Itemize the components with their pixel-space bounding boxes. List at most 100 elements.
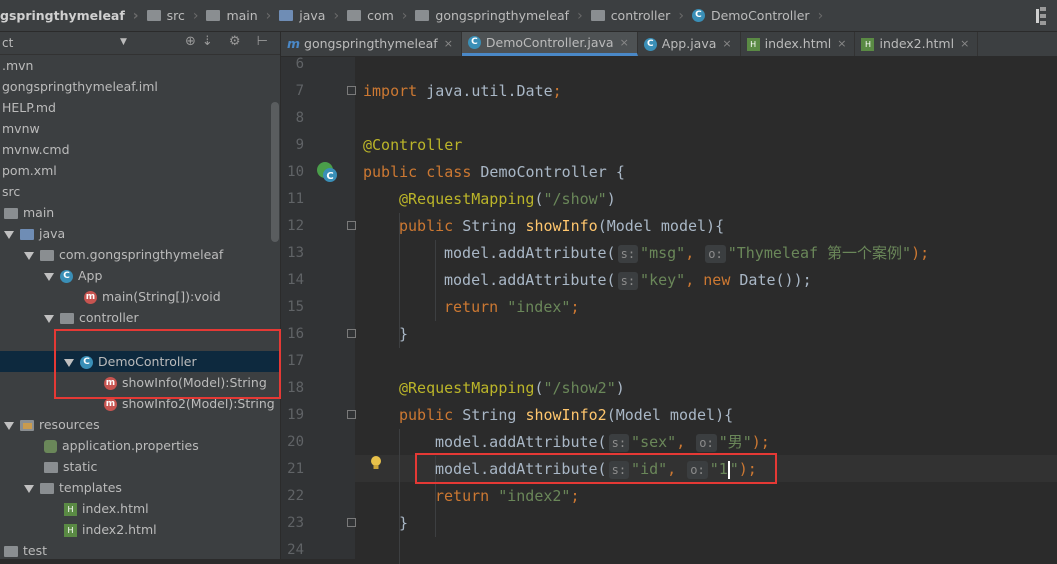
line-number: 8	[295, 110, 304, 126]
run-config-icon[interactable]	[1011, 3, 1051, 29]
expand-arrow-icon[interactable]	[44, 272, 54, 281]
expand-arrow-icon[interactable]	[24, 251, 34, 260]
string: "index2"	[489, 487, 571, 505]
tree-item-main-method[interactable]: m main(String[]):void	[84, 286, 221, 307]
source-folder-icon	[20, 229, 34, 240]
line-number: 17	[287, 353, 304, 369]
tree-item-label: test	[23, 543, 48, 558]
spring-class-icon: C	[60, 270, 73, 283]
tree-item-iml[interactable]: gongspringthymeleaf.iml	[2, 76, 158, 97]
breadcrumb-item-com[interactable]: com ›	[339, 0, 407, 31]
breadcrumb-item-controller[interactable]: controller ›	[583, 0, 684, 31]
folder-icon	[40, 483, 54, 494]
tree-item-package[interactable]: com.gongspringthymeleaf	[24, 244, 223, 265]
sidebar-scrollbar[interactable]	[271, 102, 279, 242]
tree-item-index-html[interactable]: Hindex.html	[64, 498, 149, 519]
tree-item-java[interactable]: java	[4, 223, 65, 244]
expand-arrow-icon[interactable]	[24, 484, 34, 493]
tree-item-application-properties[interactable]: application.properties	[44, 435, 199, 456]
breadcrumb-label: main	[226, 8, 258, 23]
keyword: public	[399, 217, 454, 235]
string: "msg"	[640, 244, 686, 262]
param-hint: o:	[696, 434, 717, 452]
package-icon	[40, 250, 54, 261]
string: "sex"	[631, 433, 677, 451]
param-hint: o:	[705, 245, 726, 263]
folder-icon	[4, 546, 18, 557]
breadcrumb-item-gongspringthymeleaf[interactable]: gongspringthymeleaf ›	[407, 0, 583, 31]
sidebar-tool-icons[interactable]: ⊕⇣ ⚙ ⊢	[185, 34, 274, 49]
tree-item-label: java	[39, 226, 66, 241]
project-sidebar: ct ▼ ⊕⇣ ⚙ ⊢ .mvn gongspringthymeleaf.iml…	[0, 32, 281, 559]
tree-item-app[interactable]: C App	[44, 265, 102, 286]
tree-item-label: static	[63, 459, 98, 474]
line-number: 22	[287, 488, 304, 504]
close-icon[interactable]: ×	[837, 32, 846, 56]
tree-item-mvn[interactable]: .mvn	[2, 55, 33, 76]
breadcrumb-label: DemoController	[710, 8, 810, 23]
tree-item-mvnw[interactable]: mvnw	[2, 118, 40, 139]
line-number: 20	[287, 434, 304, 450]
string: "男"	[718, 433, 752, 451]
line-number: 16	[287, 326, 304, 342]
tree-item-templates[interactable]: templates	[24, 477, 122, 498]
tree-item-main[interactable]: main	[4, 202, 54, 223]
expand-arrow-icon[interactable]	[4, 230, 14, 239]
tree-item-pom[interactable]: pom.xml	[2, 160, 57, 181]
breadcrumb-label: gspringthymeleaf	[0, 8, 125, 23]
tree-item-static[interactable]: static	[44, 456, 97, 477]
tree-item-controller[interactable]: controller	[44, 307, 139, 328]
param-hint: s:	[617, 245, 639, 263]
spring-bean-gutter-icon[interactable]: C	[316, 161, 338, 183]
tab-democontroller[interactable]: C DemoController.java ×	[461, 32, 638, 56]
tree-item-src[interactable]: src	[2, 181, 20, 202]
code-text: }	[399, 514, 409, 532]
expand-arrow-icon[interactable]	[4, 421, 14, 430]
tree-item-label: controller	[79, 310, 139, 325]
tab-label: gongspringthymeleaf	[304, 36, 438, 51]
tree-item-resources[interactable]: resources	[4, 414, 100, 435]
folder-icon	[4, 208, 18, 219]
expand-arrow-icon[interactable]	[44, 314, 54, 323]
tab-label: App.java	[661, 36, 717, 51]
punct: ;	[552, 82, 562, 100]
method-icon: m	[104, 398, 117, 411]
tab-index2-html[interactable]: Hindex2.html ×	[855, 32, 979, 56]
line-number: 23	[287, 515, 304, 531]
close-icon[interactable]: ×	[444, 32, 453, 56]
line-number: 9	[295, 137, 304, 153]
code-text: )	[606, 190, 616, 208]
separator-icon: ›	[817, 7, 824, 24]
tab-app[interactable]: C App.java ×	[638, 32, 741, 56]
tab-gongspringthymeleaf[interactable]: m gongspringthymeleaf ×	[281, 32, 462, 56]
string: "index"	[498, 298, 571, 316]
tab-index-html[interactable]: Hindex.html ×	[741, 32, 856, 56]
line-number: 15	[287, 299, 304, 315]
breadcrumb-item-project[interactable]: gspringthymeleaf ›	[0, 0, 139, 31]
tab-label: index2.html	[879, 36, 955, 51]
string: "/show2"	[543, 379, 616, 397]
package-icon	[590, 10, 605, 21]
tree-item-help[interactable]: HELP.md	[2, 97, 56, 118]
line-number: 18	[287, 380, 304, 396]
punct: );	[751, 433, 770, 451]
breadcrumb-item-democontroller[interactable]: C DemoController ›	[684, 0, 824, 31]
tree-item-label: application.properties	[62, 438, 199, 453]
tree-item-label: src	[2, 184, 21, 199]
breadcrumb-item-main[interactable]: main ›	[198, 0, 271, 31]
tree-item-index2-html[interactable]: Hindex2.html	[64, 519, 157, 540]
breadcrumb-item-src[interactable]: src ›	[139, 0, 198, 31]
tree-item-mvnw-cmd[interactable]: mvnw.cmd	[2, 139, 70, 160]
close-icon[interactable]: ×	[960, 32, 969, 56]
param-hint: s:	[608, 434, 630, 452]
tree-item-label: pom.xml	[2, 163, 57, 178]
chevron-down-icon[interactable]: ▼	[120, 37, 127, 47]
project-view-selector[interactable]: ct	[0, 36, 13, 50]
breadcrumb-item-java[interactable]: java ›	[271, 0, 339, 31]
tree-item-label: resources	[39, 417, 100, 432]
editor-tabs: m gongspringthymeleaf × C DemoController.ja…	[281, 32, 1057, 57]
close-icon[interactable]: ×	[620, 32, 629, 55]
close-icon[interactable]: ×	[722, 32, 731, 56]
tree-item-test[interactable]: test	[4, 540, 47, 559]
code-line-23: }	[399, 510, 408, 537]
